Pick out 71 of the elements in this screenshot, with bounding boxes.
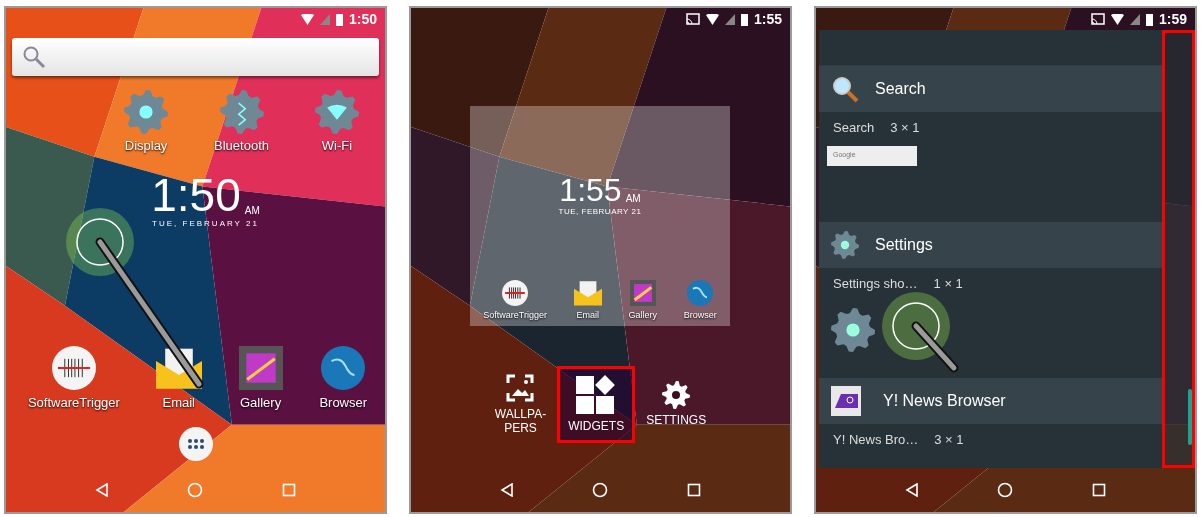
touch-indicator [882, 292, 950, 360]
app-label: Gallery [628, 308, 657, 322]
magnifier-icon [831, 75, 859, 103]
search-icon [22, 45, 46, 69]
touch-indicator [66, 208, 134, 276]
option-button[interactable]: WIDGETS [557, 366, 636, 443]
image-icon [505, 373, 536, 403]
clock-date: TUE, FEBRUARY 21 [558, 206, 642, 218]
cast-icon [1090, 13, 1105, 25]
battery-icon [740, 12, 748, 26]
picture-icon[interactable] [237, 344, 284, 391]
clock-time: 1:55 [559, 174, 622, 206]
barcode-scanner-icon[interactable] [50, 344, 97, 391]
wifi-icon [300, 13, 314, 25]
scroll-thumb[interactable] [1188, 389, 1192, 445]
globe-icon[interactable] [320, 344, 367, 391]
app-label: Browser [683, 308, 717, 322]
app-label: Email [576, 308, 599, 322]
stylus-drawing [911, 321, 959, 373]
back-icon[interactable] [905, 483, 920, 497]
shortcut-label: Bluetooth [214, 137, 269, 155]
battery-icon [1145, 12, 1153, 26]
battery-icon [335, 12, 343, 26]
app-label: Browser [319, 393, 368, 412]
status-time: 1:59 [1158, 9, 1187, 29]
status-time: 1:55 [753, 9, 782, 29]
browser-app-icon [831, 386, 861, 416]
am-pm-label: AM [625, 192, 641, 206]
back-icon[interactable] [500, 483, 515, 497]
widget-name: Y! News Bro… [833, 431, 919, 449]
app-label: Gallery [239, 393, 282, 412]
bluetooth-gear-icon[interactable] [219, 90, 264, 134]
recents-icon[interactable] [686, 483, 701, 497]
no-signal-icon [319, 13, 330, 25]
app-drawer-icon[interactable] [177, 426, 214, 462]
app-label: SoftwareTrigger [483, 308, 548, 322]
section-title: Y! News Browser [883, 391, 1006, 411]
shortcut-label: Wi-Fi [321, 137, 353, 155]
option-button[interactable]: SETTINGS [635, 372, 718, 437]
clock-date: TUE, FEBRUARY 21 [152, 217, 259, 230]
home-icon[interactable] [592, 482, 609, 498]
am-pm-label: AM [244, 203, 260, 218]
wifi-gear-icon[interactable] [315, 90, 359, 134]
settings-icon[interactable] [831, 307, 875, 352]
widget-size: 3 × 1 [890, 119, 920, 137]
option-button[interactable]: WALLPA- PERS [483, 364, 558, 445]
section-title: Settings [875, 235, 933, 255]
widget-size: 1 × 1 [933, 275, 963, 293]
search-field[interactable] [12, 38, 379, 76]
wifi-icon [1110, 13, 1124, 25]
status-time: 1:50 [348, 9, 377, 29]
wifi-icon [705, 13, 719, 25]
scrollbar-track[interactable] [1162, 30, 1195, 468]
widget-name: Search [833, 119, 875, 137]
barcode-scanner-icon[interactable] [501, 278, 530, 307]
app-label: Email [162, 393, 195, 412]
settings-icon [662, 381, 691, 410]
clock-time: 1:50 [151, 171, 241, 218]
globe-icon[interactable] [686, 278, 715, 307]
app-label: SoftwareTrigger [27, 393, 120, 412]
recents-icon[interactable] [1091, 483, 1106, 497]
section-title: Search [875, 79, 926, 99]
no-signal-icon [724, 13, 735, 25]
settings-icon[interactable] [831, 231, 859, 259]
widget-size: 3 × 1 [934, 431, 964, 449]
no-signal-icon [1129, 13, 1140, 25]
brightness-gear-icon[interactable] [124, 90, 169, 134]
cast-icon [685, 13, 700, 25]
home-icon[interactable] [997, 482, 1014, 498]
shortcut-label: Display [124, 137, 168, 155]
widget-name: Settings sho… [833, 275, 918, 293]
